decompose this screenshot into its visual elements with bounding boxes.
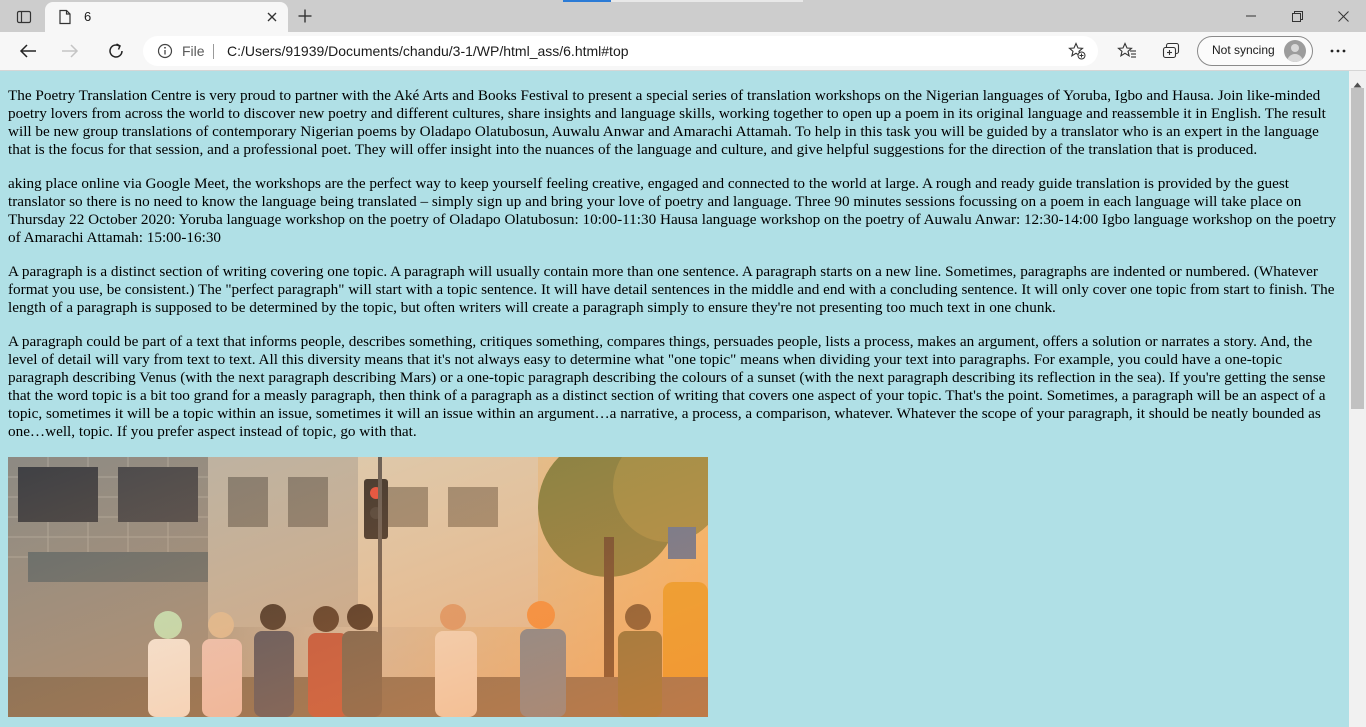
- restore-button[interactable]: [1274, 0, 1320, 32]
- page-icon: [58, 9, 72, 30]
- back-button[interactable]: [13, 37, 43, 65]
- vertical-scrollbar[interactable]: [1349, 71, 1366, 727]
- star-plus-icon[interactable]: [1068, 42, 1086, 65]
- paragraph-2: aking place online via Google Meet, the …: [8, 175, 1337, 246]
- new-tab-button[interactable]: [293, 5, 317, 27]
- profile-sync-button[interactable]: Not syncing: [1197, 36, 1313, 66]
- window-close-button[interactable]: [1320, 0, 1366, 32]
- title-accent-light: [611, 0, 803, 2]
- tab-strip: 6: [0, 0, 1366, 32]
- page-viewport[interactable]: The Poetry Translation Centre is very pr…: [0, 71, 1349, 727]
- profile-icon: [1284, 40, 1306, 62]
- url-text[interactable]: C:/Users/91939/Documents/chandu/3-1/WP/h…: [227, 43, 629, 59]
- reload-button[interactable]: [101, 37, 131, 65]
- restore-icon: [1291, 10, 1303, 22]
- more-icon: [1330, 49, 1346, 53]
- scheme-label: File: [182, 43, 205, 59]
- close-icon: [1337, 10, 1349, 22]
- address-divider: [213, 44, 214, 59]
- paragraph-1: The Poetry Translation Centre is very pr…: [8, 87, 1326, 158]
- active-tab[interactable]: 6: [45, 2, 288, 32]
- address-bar[interactable]: File C:/Users/91939/Documents/chandu/3-1…: [143, 36, 1098, 66]
- page-content: The Poetry Translation Centre is very pr…: [0, 71, 1349, 717]
- sync-label: Not syncing: [1212, 43, 1275, 57]
- scrollbar-thumb[interactable]: [1351, 88, 1364, 409]
- browser-toolbar: File C:/Users/91939/Documents/chandu/3-1…: [0, 32, 1366, 71]
- paragraph-3: A paragraph is a distinct section of wri…: [8, 263, 1335, 316]
- forward-arrow-icon: [62, 44, 79, 58]
- tab-title: 6: [84, 9, 92, 24]
- minimize-button[interactable]: [1228, 0, 1274, 32]
- back-arrow-icon: [19, 44, 36, 58]
- close-icon[interactable]: [263, 8, 281, 26]
- favorites-button[interactable]: [1112, 37, 1142, 65]
- street-photo: [8, 457, 708, 717]
- collections-button[interactable]: [1156, 37, 1186, 65]
- info-icon[interactable]: [157, 43, 173, 64]
- minimize-icon: [1246, 15, 1256, 17]
- paragraph-4: A paragraph could be part of a text that…: [8, 333, 1326, 440]
- forward-button[interactable]: [55, 37, 85, 65]
- reload-icon: [109, 43, 123, 58]
- title-accent: [563, 0, 611, 2]
- plus-icon: [298, 9, 312, 23]
- more-button[interactable]: [1323, 37, 1353, 65]
- favorites-icon: [1117, 42, 1136, 58]
- collections-icon: [1162, 42, 1180, 59]
- tab-actions-icon[interactable]: [10, 6, 38, 28]
